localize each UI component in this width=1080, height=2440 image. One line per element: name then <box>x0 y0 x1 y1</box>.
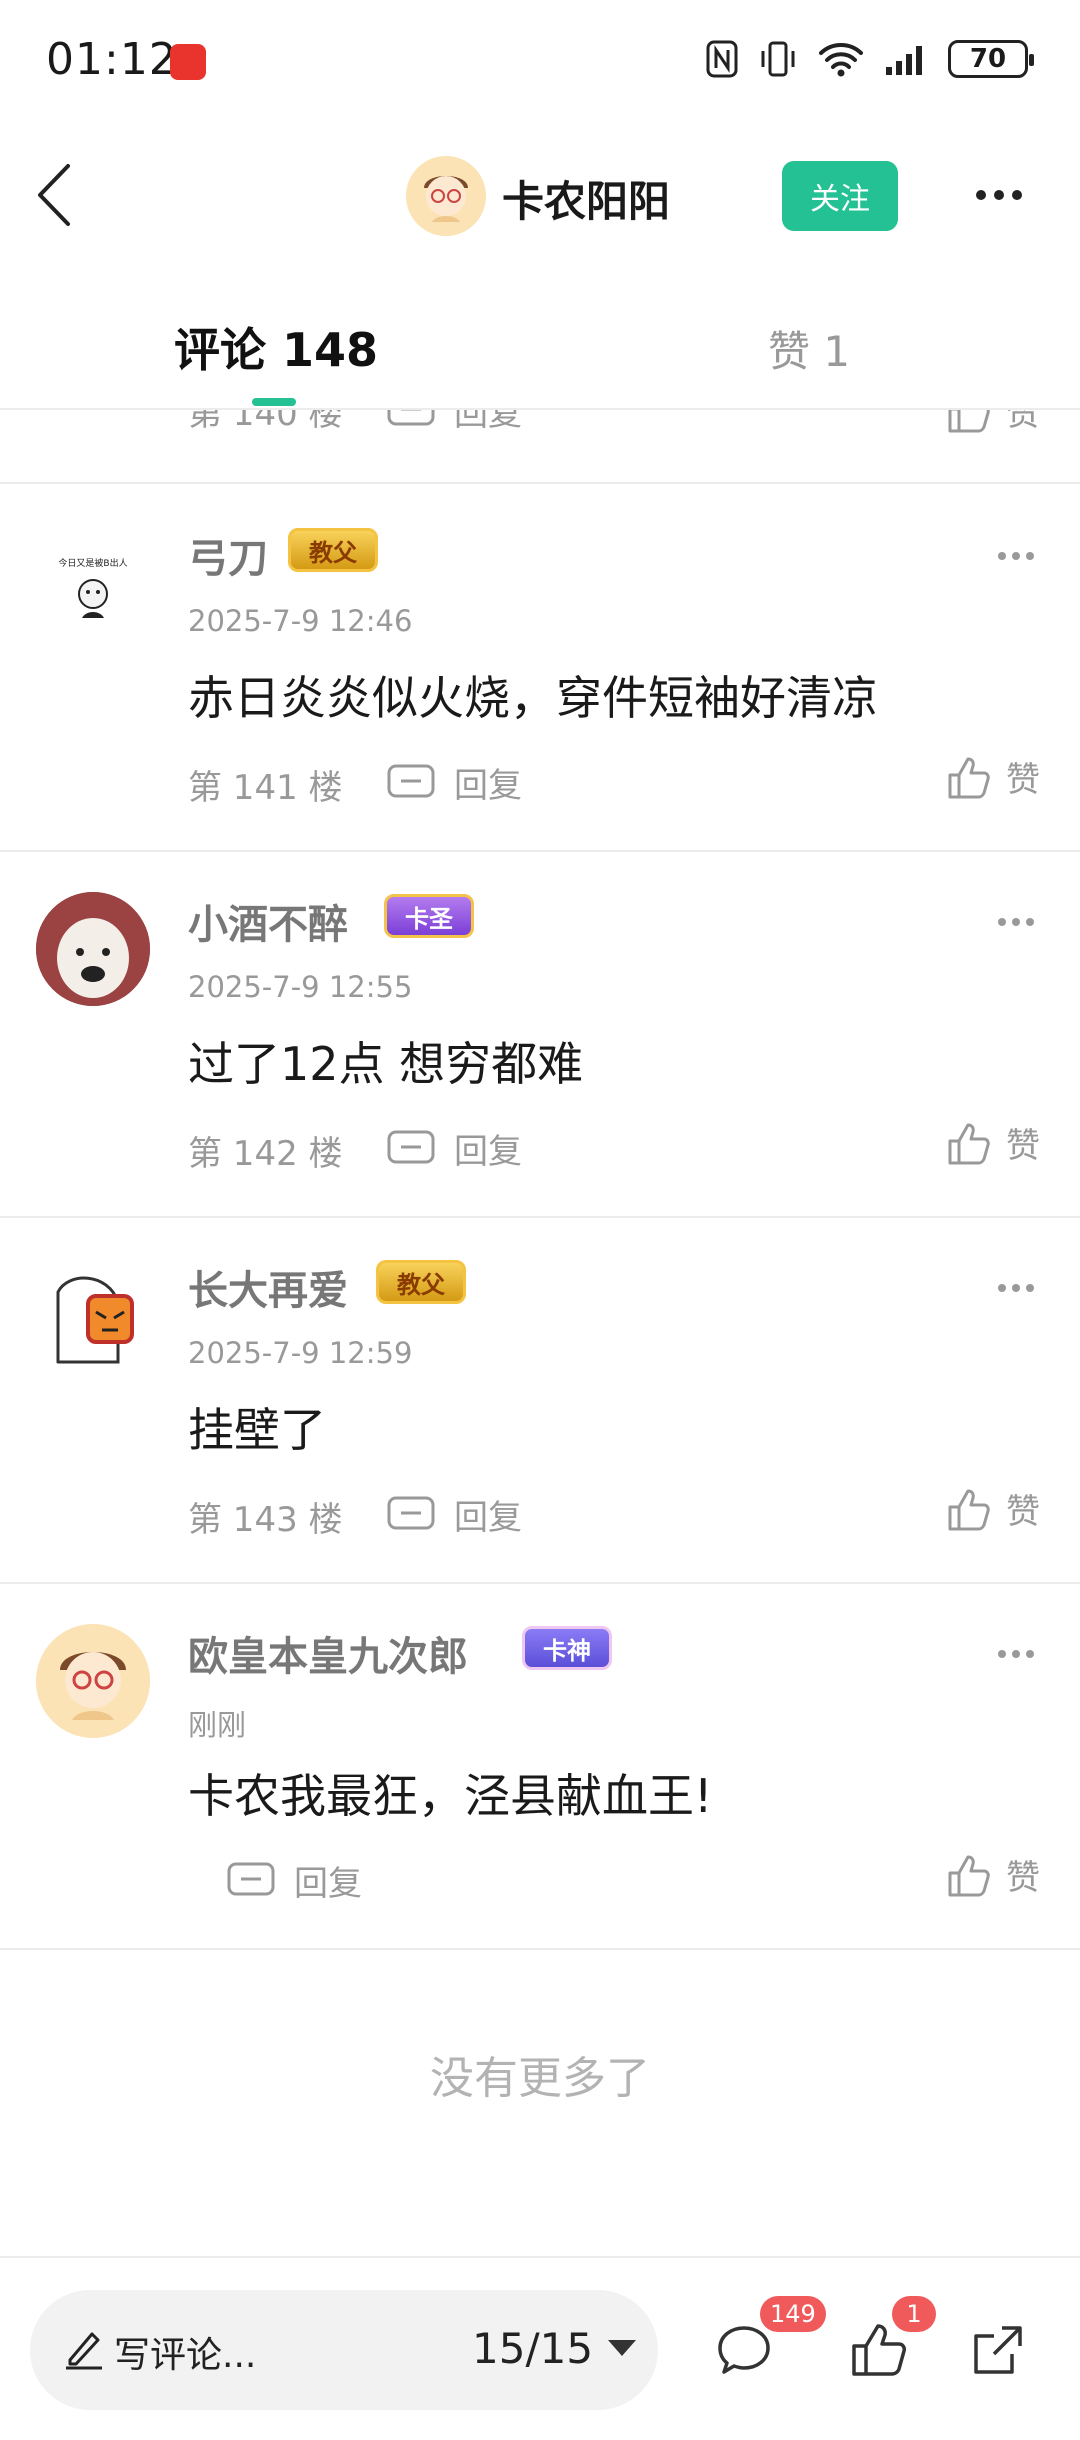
thumbs-up-icon <box>948 410 990 432</box>
rank-badge: 教父 <box>376 1260 466 1304</box>
like-count-badge: 1 <box>892 2296 936 2332</box>
commenter-avatar[interactable]: 今日又是被B出人 <box>36 530 150 644</box>
rank-badge: 教父 <box>288 528 378 572</box>
vibrate-icon <box>761 41 795 77</box>
comment-text: 过了12点 想穷都难 <box>188 1037 584 1091</box>
commenter-avatar[interactable] <box>36 1624 150 1738</box>
back-button[interactable] <box>30 160 90 230</box>
reply-label: 回复 <box>294 1864 362 1904</box>
reply-button[interactable]: 回复 <box>226 1856 362 1905</box>
share-button[interactable] <box>966 2318 1030 2382</box>
comment-date: 刚刚 <box>188 1708 247 1742</box>
reply-icon <box>227 1862 275 1895</box>
reply-label: 回复 <box>454 1498 522 1538</box>
page-indicator[interactable]: 15/15 <box>472 2324 593 2373</box>
reply-icon <box>387 410 435 425</box>
like-label: 赞 <box>1006 1126 1040 1166</box>
wifi-icon <box>819 43 863 77</box>
comment-more-icon[interactable] <box>998 1284 1034 1292</box>
like-label: 赞 <box>1006 1492 1040 1532</box>
comment-date: 2025-7-9 12:46 <box>188 604 413 638</box>
comment-more-icon[interactable] <box>998 1650 1034 1658</box>
bottom-bar-divider <box>0 2256 1080 2258</box>
like-button[interactable]: 赞 <box>944 1850 1040 1899</box>
reply-label: 回复 <box>454 410 522 434</box>
rank-badge: 卡神 <box>522 1626 612 1670</box>
status-icons: 70 <box>706 36 1034 82</box>
comment-text: 挂壁了 <box>188 1403 326 1457</box>
comment-text: 卡农我最狂，泾县献血王! <box>188 1769 713 1823</box>
like-label: 赞 <box>1006 410 1040 434</box>
avatar-caption: 今日又是被B出人 <box>58 557 127 569</box>
reply-button[interactable]: 回复 <box>386 1490 522 1539</box>
author-avatar[interactable] <box>406 156 486 236</box>
like-button[interactable]: 赞 <box>944 1118 1040 1167</box>
commenter-name[interactable]: 长大再爱 <box>188 1258 348 1316</box>
rank-badge: 卡圣 <box>384 894 474 938</box>
floor-number: 第 140 楼 <box>188 410 343 434</box>
author-name[interactable]: 卡农阳阳 <box>502 168 670 229</box>
commenter-name[interactable]: 小酒不醉 <box>188 892 348 950</box>
reply-label: 回复 <box>454 766 522 806</box>
nfc-icon <box>706 40 738 78</box>
chevron-left-icon <box>38 164 70 226</box>
thumbs-up-icon <box>948 1123 990 1164</box>
share-icon <box>974 2326 1022 2374</box>
tab-active-indicator <box>252 398 296 406</box>
reply-button[interactable]: 回复 <box>386 758 522 807</box>
floor-number: 第 141 楼 <box>188 768 343 808</box>
reply-icon <box>387 1130 435 1163</box>
follow-button[interactable]: 关注 <box>782 161 898 231</box>
comment-text: 赤日炎炎似火烧，穿件短袖好清凉 <box>188 671 878 725</box>
comment-item: 长大再爱 教父 2025-7-9 12:59 挂壁了 第 143 楼 回复 赞 <box>0 1218 1080 1584</box>
commenter-name[interactable]: 弓刀 <box>188 526 268 584</box>
comment-count-badge: 149 <box>760 2296 826 2332</box>
reply-icon <box>387 764 435 797</box>
comment-date: 2025-7-9 12:59 <box>188 1336 413 1370</box>
comment-item: 欧皇本皇九次郎 卡神 刚刚 卡农我最狂，泾县献血王! 回复 赞 <box>0 1584 1080 1950</box>
more-options-icon[interactable] <box>976 190 1022 200</box>
like-button[interactable]: 赞 <box>944 1484 1040 1533</box>
thumbs-up-icon <box>948 1855 990 1896</box>
tab-comments[interactable]: 评论 148 <box>174 314 378 380</box>
floor-number: 第 143 楼 <box>188 1500 343 1540</box>
commenter-avatar[interactable] <box>36 892 150 1006</box>
thumbs-up-icon <box>948 1489 990 1530</box>
thumbs-up-icon <box>948 757 990 798</box>
no-more-text: 没有更多了 <box>430 2053 650 2104</box>
like-label: 赞 <box>1006 1858 1040 1898</box>
comment-date: 2025-7-9 12:55 <box>188 970 413 1004</box>
comment-item: 小酒不醉 卡圣 2025-7-9 12:55 过了12点 想穷都难 第 142 … <box>0 852 1080 1218</box>
comment-partial: 第 140 楼 回复 赞 <box>0 410 1080 484</box>
comment-more-icon[interactable] <box>998 552 1034 560</box>
status-time: 01:12 <box>46 34 178 85</box>
like-button[interactable]: 赞 <box>944 410 1040 435</box>
notification-app-icon <box>170 44 206 80</box>
comment-placeholder[interactable]: 写评论... <box>114 2326 256 2378</box>
like-button[interactable]: 赞 <box>944 752 1040 801</box>
commenter-avatar[interactable] <box>36 1262 150 1376</box>
reply-button[interactable]: 回复 <box>386 410 522 435</box>
reply-label: 回复 <box>454 1132 522 1172</box>
battery-indicator: 70 <box>948 40 1034 78</box>
reply-icon <box>387 1496 435 1529</box>
signal-icon <box>886 46 922 75</box>
tab-likes[interactable]: 赞 1 <box>768 318 850 379</box>
floor-number: 第 142 楼 <box>188 1134 343 1174</box>
comment-item: 今日又是被B出人 弓刀 教父 2025-7-9 12:46 赤日炎炎似火烧，穿件… <box>0 486 1080 852</box>
pencil-icon <box>66 2332 102 2370</box>
chevron-down-icon[interactable] <box>608 2340 636 2356</box>
commenter-name[interactable]: 欧皇本皇九次郎 <box>188 1624 468 1682</box>
comment-more-icon[interactable] <box>998 918 1034 926</box>
reply-button[interactable]: 回复 <box>386 1124 522 1173</box>
like-label: 赞 <box>1006 760 1040 800</box>
